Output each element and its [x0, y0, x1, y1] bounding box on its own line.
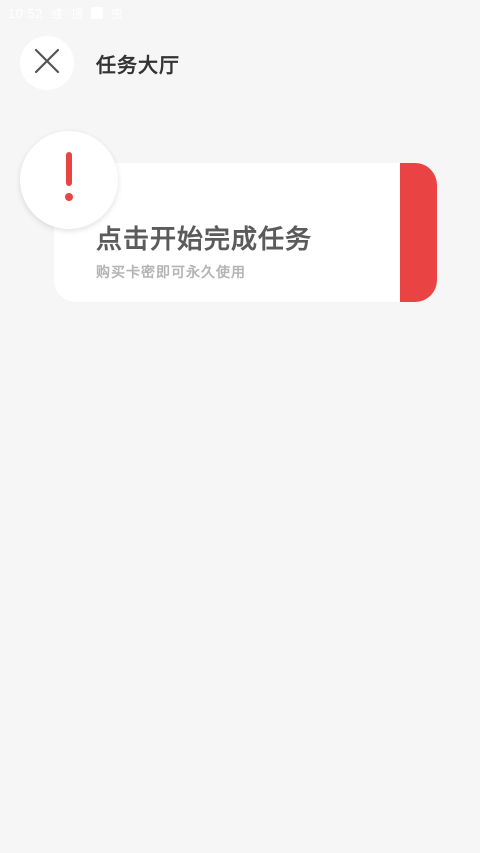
alert-badge	[20, 131, 118, 229]
signal-icon: 搜	[71, 6, 84, 21]
exclamation-icon	[62, 152, 76, 208]
status-time: 10:52	[8, 5, 44, 21]
notification-icon: 彧	[51, 6, 64, 21]
close-icon	[33, 47, 61, 79]
app-icon	[91, 7, 104, 19]
close-button[interactable]	[20, 36, 74, 90]
task-card-title: 点击开始完成任务	[96, 225, 313, 255]
page-title: 任务大厅	[96, 52, 180, 77]
task-card-accent	[400, 163, 437, 302]
header: 任务大厅	[20, 36, 180, 90]
task-card-subtitle: 购买卡密即可永久使用	[96, 265, 246, 281]
bug-icon: 虫	[111, 6, 124, 21]
status-bar: 10:52 彧 搜 虫	[0, 0, 480, 26]
